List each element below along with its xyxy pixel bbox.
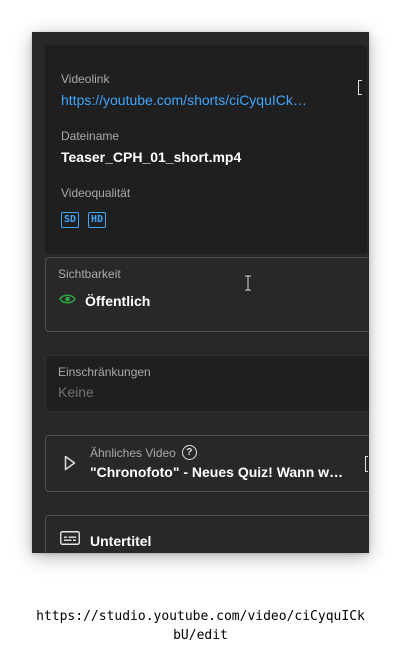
visibility-value: Öffentlich xyxy=(85,293,151,309)
related-video-action-icon[interactable] xyxy=(365,456,368,472)
video-info-card: Videolink https://youtube.com/shorts/ciC… xyxy=(45,45,367,254)
eye-icon xyxy=(59,292,76,310)
hd-badge: HD xyxy=(88,212,107,228)
restrictions-field: Einschränkungen Keine xyxy=(45,355,369,412)
related-video-label: Ähnliches Video xyxy=(90,445,176,460)
video-details-panel: Videolink https://youtube.com/shorts/ciC… xyxy=(32,32,369,553)
videolink-label: Videolink xyxy=(61,72,110,86)
text-cursor-icon xyxy=(244,274,252,296)
play-icon xyxy=(64,455,76,476)
url-line-2: bU/edit xyxy=(173,628,228,643)
filename-label: Dateiname xyxy=(61,129,120,143)
filename-value: Teaser_CPH_01_short.mp4 xyxy=(61,149,242,165)
page-url-caption: https://studio.youtube.com/video/ciCyquI… xyxy=(0,607,401,645)
visibility-label: Sichtbarkeit xyxy=(58,267,121,281)
subtitles-field[interactable]: Untertitel xyxy=(45,515,369,553)
subtitles-label: Untertitel xyxy=(90,532,152,549)
help-icon[interactable]: ? xyxy=(181,445,197,460)
restrictions-label: Einschränkungen xyxy=(58,365,151,379)
related-video-field[interactable]: Ähnliches Video ? "Chronofoto" - Neues Q… xyxy=(45,435,369,492)
video-quality-label: Videoqualität xyxy=(61,186,131,200)
url-line-1: https://studio.youtube.com/video/ciCyquI… xyxy=(36,609,365,624)
visibility-field[interactable]: Sichtbarkeit Öffentlich xyxy=(45,257,369,332)
related-video-title: "Chronofoto" - Neues Quiz! Wann wu… xyxy=(90,464,346,480)
subtitles-icon xyxy=(60,531,80,550)
copy-link-icon[interactable] xyxy=(358,80,362,95)
sd-badge: SD xyxy=(61,212,80,228)
restrictions-value: Keine xyxy=(58,384,94,400)
quality-badges: SD HD xyxy=(61,212,107,228)
videolink[interactable]: https://youtube.com/shorts/ciCyquICk… xyxy=(61,92,336,108)
